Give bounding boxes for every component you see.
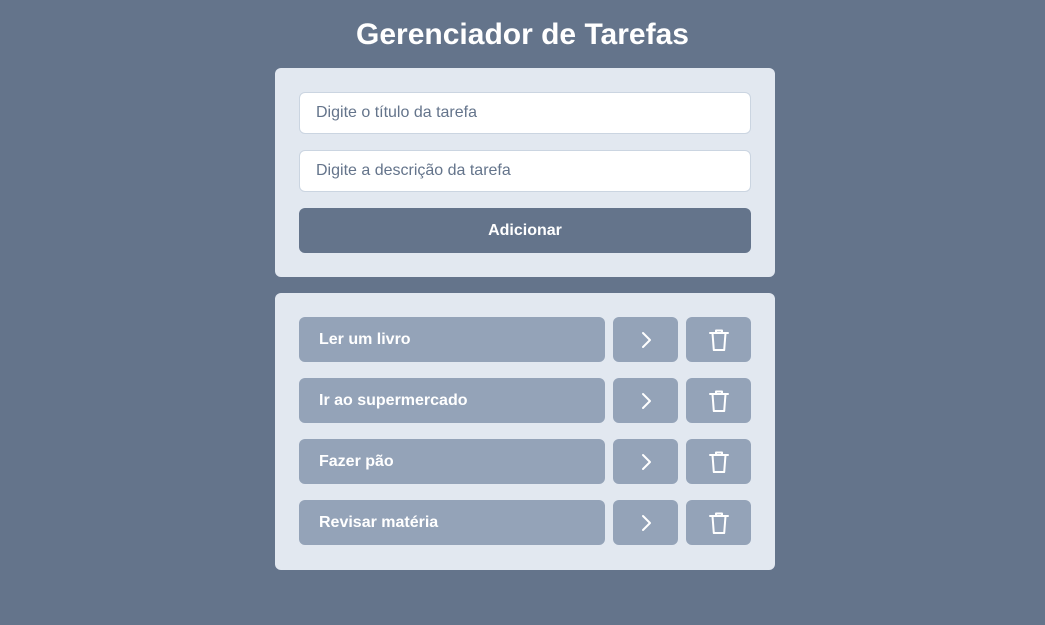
trash-icon — [708, 328, 730, 352]
task-list-card: Ler um livro Ir ao supermercado Fazer pã… — [275, 293, 775, 570]
task-details-button[interactable] — [613, 378, 679, 423]
task-list: Ler um livro Ir ao supermercado Fazer pã… — [299, 317, 752, 545]
trash-icon — [708, 389, 730, 413]
task-title-button[interactable]: Revisar matéria — [299, 500, 606, 545]
task-details-button[interactable] — [613, 317, 679, 362]
task-delete-button[interactable] — [686, 439, 752, 484]
task-item: Ir ao supermercado — [299, 378, 752, 423]
chevron-right-icon — [639, 513, 653, 533]
task-title-button[interactable]: Ir ao supermercado — [299, 378, 606, 423]
page-title: Gerenciador de Tarefas — [356, 18, 689, 51]
task-details-button[interactable] — [613, 500, 679, 545]
task-item: Ler um livro — [299, 317, 752, 362]
chevron-right-icon — [639, 452, 653, 472]
task-delete-button[interactable] — [686, 378, 752, 423]
task-item: Fazer pão — [299, 439, 752, 484]
task-form-card: Adicionar — [275, 68, 775, 277]
chevron-right-icon — [639, 330, 653, 350]
task-title-button[interactable]: Fazer pão — [299, 439, 606, 484]
trash-icon — [708, 511, 730, 535]
task-description-input[interactable] — [299, 150, 751, 192]
task-title-button[interactable]: Ler um livro — [299, 317, 606, 362]
task-delete-button[interactable] — [686, 500, 752, 545]
task-title-input[interactable] — [299, 92, 751, 134]
task-delete-button[interactable] — [686, 317, 752, 362]
trash-icon — [708, 450, 730, 474]
add-task-button[interactable]: Adicionar — [299, 208, 751, 253]
task-details-button[interactable] — [613, 439, 679, 484]
task-item: Revisar matéria — [299, 500, 752, 545]
chevron-right-icon — [639, 391, 653, 411]
